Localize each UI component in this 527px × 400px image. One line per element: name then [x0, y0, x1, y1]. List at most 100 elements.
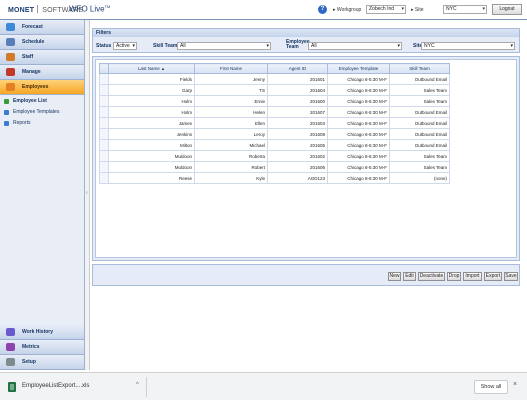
table-row[interactable]: Muldoon Robert 201606 Chicago 8-5:30 M-F Sal…: [99, 161, 450, 173]
column-header-employee-template[interactable]: Employee Template: [327, 63, 390, 74]
sidebar-item-employee-list[interactable]: Employee List: [0, 96, 84, 107]
forecast-icon: [6, 23, 15, 31]
skill-team-label: Skill Team: [153, 43, 178, 49]
cell-first-name: Helen: [194, 106, 268, 118]
row-selector[interactable]: [99, 161, 109, 173]
deactivate-button[interactable]: Deactivate: [418, 272, 445, 281]
row-selector[interactable]: [99, 172, 109, 184]
site-filter-select[interactable]: NYC ▾: [421, 42, 515, 50]
close-icon[interactable]: ×: [513, 381, 517, 388]
cell-employee-template: Chicago 8-5:30 M-F: [327, 117, 390, 129]
site-select[interactable]: NYC ▾: [443, 5, 487, 14]
table-row[interactable]: Muldoon Roberta 201602 Chicago 8-5:30 M-F Sa…: [99, 150, 450, 162]
table-row[interactable]: Fields Jenny 201601 Chicago 8-5:30 M-F Outbo…: [99, 73, 450, 85]
status-select[interactable]: Active ▾: [113, 42, 137, 50]
row-selector[interactable]: [99, 150, 109, 162]
manage-icon: [6, 68, 15, 76]
cell-last-name: Milton: [108, 139, 195, 151]
row-selector[interactable]: [99, 139, 109, 151]
sort-ascending-icon: ▲: [161, 66, 165, 71]
edit-button[interactable]: Edit: [403, 272, 416, 281]
metrics-icon: [6, 343, 15, 351]
cell-skill-team: Outbound Email: [389, 117, 450, 129]
drop-button[interactable]: Drop: [447, 272, 461, 281]
sidebar-item-reports[interactable]: Reports: [0, 118, 84, 129]
cell-employee-template: Chicago 8-5:30 M-F: [327, 150, 390, 162]
nav-work-history[interactable]: Work History: [0, 325, 84, 340]
sidebar: Forecast Schedule Staff Manage Employees…: [0, 20, 85, 370]
nav-manage[interactable]: Manage: [0, 65, 84, 80]
sidebar-collapse-handle[interactable]: ‹: [85, 20, 90, 370]
cell-first-name: Roberta: [194, 150, 268, 162]
column-header-last-name[interactable]: Last Name ▲: [108, 63, 195, 74]
table-row[interactable]: Milton Michael 201605 Chicago 8-5:30 M-F Out…: [99, 139, 450, 151]
column-header-agent-id[interactable]: Agent ID: [267, 63, 328, 74]
cell-skill-team: Outbound Email: [389, 106, 450, 118]
column-header-first-name[interactable]: First Name: [194, 63, 268, 74]
table-row[interactable]: Holm Helen 201607 Chicago 8-5:30 M-F Outboun…: [99, 106, 450, 118]
cell-skill-team: (none): [389, 172, 450, 184]
filters-panel: Filters Status Active ▾ Skill Team All ▾ E…: [92, 28, 520, 53]
new-button[interactable]: New: [388, 272, 401, 281]
table-row[interactable]: Reese Kyle AGD123 Chicago 8-5:30 M-F (none): [99, 172, 450, 184]
column-header-skill-team[interactable]: Skill Team: [389, 63, 450, 74]
help-icon[interactable]: ?: [318, 5, 327, 14]
cell-first-name: Ernie: [194, 95, 268, 107]
workgroup-label: ▸ Workgroup: [333, 7, 362, 13]
table-row[interactable]: Garp TS 201604 Chicago 8-5:30 M-F Sales Team: [99, 84, 450, 96]
nav-metrics[interactable]: Metrics: [0, 340, 84, 355]
row-selector[interactable]: [99, 84, 109, 96]
row-selector[interactable]: [99, 128, 109, 140]
cell-agent-id: 201602: [267, 150, 328, 162]
cell-first-name: TS: [194, 84, 268, 96]
show-all-button[interactable]: Show all: [474, 380, 508, 394]
employees-icon: [6, 83, 15, 91]
cell-agent-id: AGD123: [267, 172, 328, 184]
row-selector[interactable]: [99, 73, 109, 85]
filters-title: Filters: [93, 29, 519, 37]
cell-last-name: Fields: [108, 73, 195, 85]
reports-icon: [4, 121, 9, 126]
cell-agent-id: 201604: [267, 84, 328, 96]
nav-employees[interactable]: Employees: [0, 80, 84, 95]
cell-first-name: Michael: [194, 139, 268, 151]
cell-agent-id: 201606: [267, 161, 328, 173]
download-options-caret-icon[interactable]: ^: [136, 382, 139, 388]
employee-grid: Last Name ▲ First Name Agent ID Employee…: [95, 59, 517, 258]
logout-button[interactable]: Logout: [492, 4, 522, 15]
cell-agent-id: 201601: [267, 73, 328, 85]
employee-table: Last Name ▲ First Name Agent ID Employee…: [99, 63, 450, 184]
export-button[interactable]: Export: [484, 272, 502, 281]
skill-team-select[interactable]: All ▾: [177, 42, 271, 50]
table-header-row: Last Name ▲ First Name Agent ID Employee…: [99, 63, 450, 74]
schedule-icon: [6, 38, 15, 46]
cell-skill-team: Outbound Email: [389, 139, 450, 151]
staff-icon: [6, 53, 15, 61]
nav-forecast[interactable]: Forecast: [0, 20, 84, 35]
table-row[interactable]: James Ellen 201603 Chicago 8-5:30 M-F Outbou…: [99, 117, 450, 129]
cell-first-name: Kyle: [194, 172, 268, 184]
cell-agent-id: 201607: [267, 106, 328, 118]
row-selector[interactable]: [99, 95, 109, 107]
import-button[interactable]: Import: [463, 272, 482, 281]
cell-employee-template: Chicago 8-5:30 M-F: [327, 84, 390, 96]
download-file-name[interactable]: EmployeeListExport....xls: [22, 383, 89, 389]
cell-agent-id: 201603: [267, 117, 328, 129]
save-button[interactable]: Save: [504, 272, 518, 281]
employee-team-select[interactable]: All ▾: [308, 42, 402, 50]
row-selector[interactable]: [99, 106, 109, 118]
workgroup-select[interactable]: Zobech Ind ▾: [366, 5, 406, 14]
row-selector[interactable]: [99, 117, 109, 129]
employee-list-icon: [4, 99, 9, 104]
nav-staff[interactable]: Staff: [0, 50, 84, 65]
cell-last-name: Muldoon: [108, 150, 195, 162]
table-row[interactable]: Jenkins Leroy 201608 Chicago 8-5:30 M-F Outb…: [99, 128, 450, 140]
cell-employee-template: Chicago 8-5:30 M-F: [327, 128, 390, 140]
download-divider: [146, 377, 147, 397]
status-label: Status: [96, 43, 112, 49]
table-row[interactable]: Holm Ernie 201600 Chicago 8-5:30 M-F Sales T…: [99, 95, 450, 107]
cell-last-name: Holm: [108, 95, 195, 107]
nav-schedule[interactable]: Schedule: [0, 35, 84, 50]
nav-setup[interactable]: Setup: [0, 355, 84, 370]
sidebar-item-employee-templates[interactable]: Employee Templates: [0, 107, 84, 118]
